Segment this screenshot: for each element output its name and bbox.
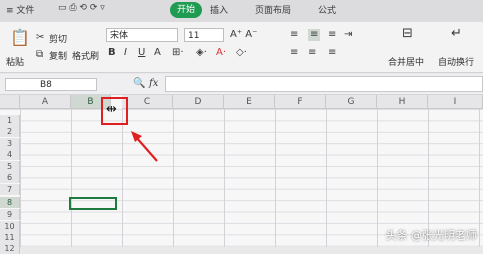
strikethrough-icon[interactable]: A — [154, 47, 161, 59]
paste-icon[interactable]: 📋 — [10, 30, 30, 46]
copy-label[interactable]: 复制 — [49, 49, 67, 62]
border-icon[interactable]: ⊞· — [172, 47, 184, 59]
row-header[interactable]: 4 — [0, 149, 20, 160]
row-header-selected[interactable]: 8 — [0, 197, 20, 208]
grow-font-icon[interactable]: A⁺ A⁻ — [230, 29, 257, 41]
column-header-a[interactable]: A — [20, 95, 71, 109]
quick-access-icons[interactable]: ▭ ⎙ ⟲ ⟳ ▿ — [58, 3, 105, 13]
column-header-h[interactable]: H — [377, 95, 428, 109]
row-header[interactable]: 5 — [0, 161, 20, 172]
underline-icon[interactable]: U — [138, 47, 145, 59]
column-header-d[interactable]: D — [173, 95, 224, 109]
row-header[interactable]: 10 — [0, 221, 20, 232]
column-header-c[interactable]: C — [122, 95, 173, 109]
top-menu-bar: ≡ 文件 ▭ ⎙ ⟲ ⟳ ▿ 开始 插入 页面布局 公式 — [0, 0, 483, 23]
align-right-icon[interactable]: ≡ — [328, 47, 336, 59]
font-name-value: 宋体 — [110, 31, 129, 41]
font-size-value: 11 — [188, 31, 200, 41]
merge-center-label[interactable]: 合并居中 — [388, 55, 424, 68]
cut-label[interactable]: 剪切 — [49, 32, 67, 45]
align-left-icon[interactable]: ≡ — [290, 47, 298, 59]
clear-icon[interactable]: ◇· — [236, 47, 247, 59]
font-name-select[interactable]: 宋体 — [106, 28, 178, 42]
zoom-icon[interactable]: 🔍 — [133, 78, 145, 90]
format-painter-label[interactable]: 格式刷 — [72, 49, 99, 62]
select-all-corner[interactable] — [0, 95, 20, 109]
selected-cell-b8[interactable] — [69, 197, 117, 210]
font-color-icon[interactable]: A· — [216, 47, 226, 59]
fill-color-icon[interactable]: ◈· — [196, 47, 207, 59]
indent-icon[interactable]: ⇥ — [344, 29, 352, 41]
fx-icon[interactable]: fx — [149, 78, 158, 90]
column-header-e[interactable]: E — [224, 95, 275, 109]
column-header-g[interactable]: G — [326, 95, 377, 109]
align-middle-icon[interactable]: ≡ — [308, 29, 321, 41]
column-header-i[interactable]: I — [428, 95, 483, 109]
paste-label[interactable]: 粘贴 — [6, 55, 24, 68]
resize-highlight-box: ⇹ — [101, 97, 128, 125]
font-size-select[interactable]: 11 — [184, 28, 224, 42]
row-header[interactable]: 9 — [0, 209, 20, 220]
wrap-text-label[interactable]: 自动换行 — [438, 55, 474, 68]
arrow-annotation-icon — [131, 131, 158, 162]
align-top-icon[interactable]: ≡ — [290, 29, 298, 41]
resize-cursor-icon: ⇹ — [106, 102, 117, 117]
row-header[interactable]: 12 — [0, 243, 20, 254]
align-bottom-icon[interactable]: ≡ — [328, 29, 336, 41]
merge-center-icon[interactable]: ⊟ — [402, 27, 413, 40]
ribbon: 📋 粘贴 ✂ 剪切 ⧉ 复制 格式刷 宋体 11 A⁺ A⁻ B I U A ⊞… — [0, 22, 483, 73]
row-header[interactable]: 11 — [0, 232, 20, 243]
name-box-value: B8 — [40, 80, 52, 90]
italic-icon[interactable]: I — [124, 47, 127, 59]
row-header[interactable]: 2 — [0, 126, 20, 137]
column-header-f[interactable]: F — [275, 95, 326, 109]
tab-layout[interactable]: 页面布局 — [255, 3, 291, 16]
row-header[interactable]: 7 — [0, 184, 20, 195]
watermark: 头条 @张光明老师 — [385, 229, 478, 242]
bold-icon[interactable]: B — [108, 47, 116, 59]
sheet-grid[interactable] — [0, 95, 483, 247]
tab-formula[interactable]: 公式 — [318, 3, 336, 16]
formula-input[interactable] — [165, 76, 483, 92]
scissors-icon[interactable]: ✂ — [36, 32, 44, 44]
arrow-shaft — [135, 136, 158, 162]
tab-start[interactable]: 开始 — [170, 2, 203, 18]
name-box[interactable]: B8 — [5, 78, 97, 91]
row-header[interactable]: 6 — [0, 172, 20, 183]
align-center-icon[interactable]: ≡ — [308, 47, 316, 59]
row-header[interactable]: 1 — [0, 115, 20, 126]
wrap-text-icon[interactable]: ↵ — [451, 27, 462, 40]
file-menu[interactable]: ≡ 文件 — [6, 3, 34, 16]
row-header[interactable]: 3 — [0, 138, 20, 149]
tab-insert[interactable]: 插入 — [210, 3, 228, 16]
formula-bar: B8 🔍 fx — [0, 74, 483, 95]
copy-icon[interactable]: ⧉ — [36, 49, 43, 61]
